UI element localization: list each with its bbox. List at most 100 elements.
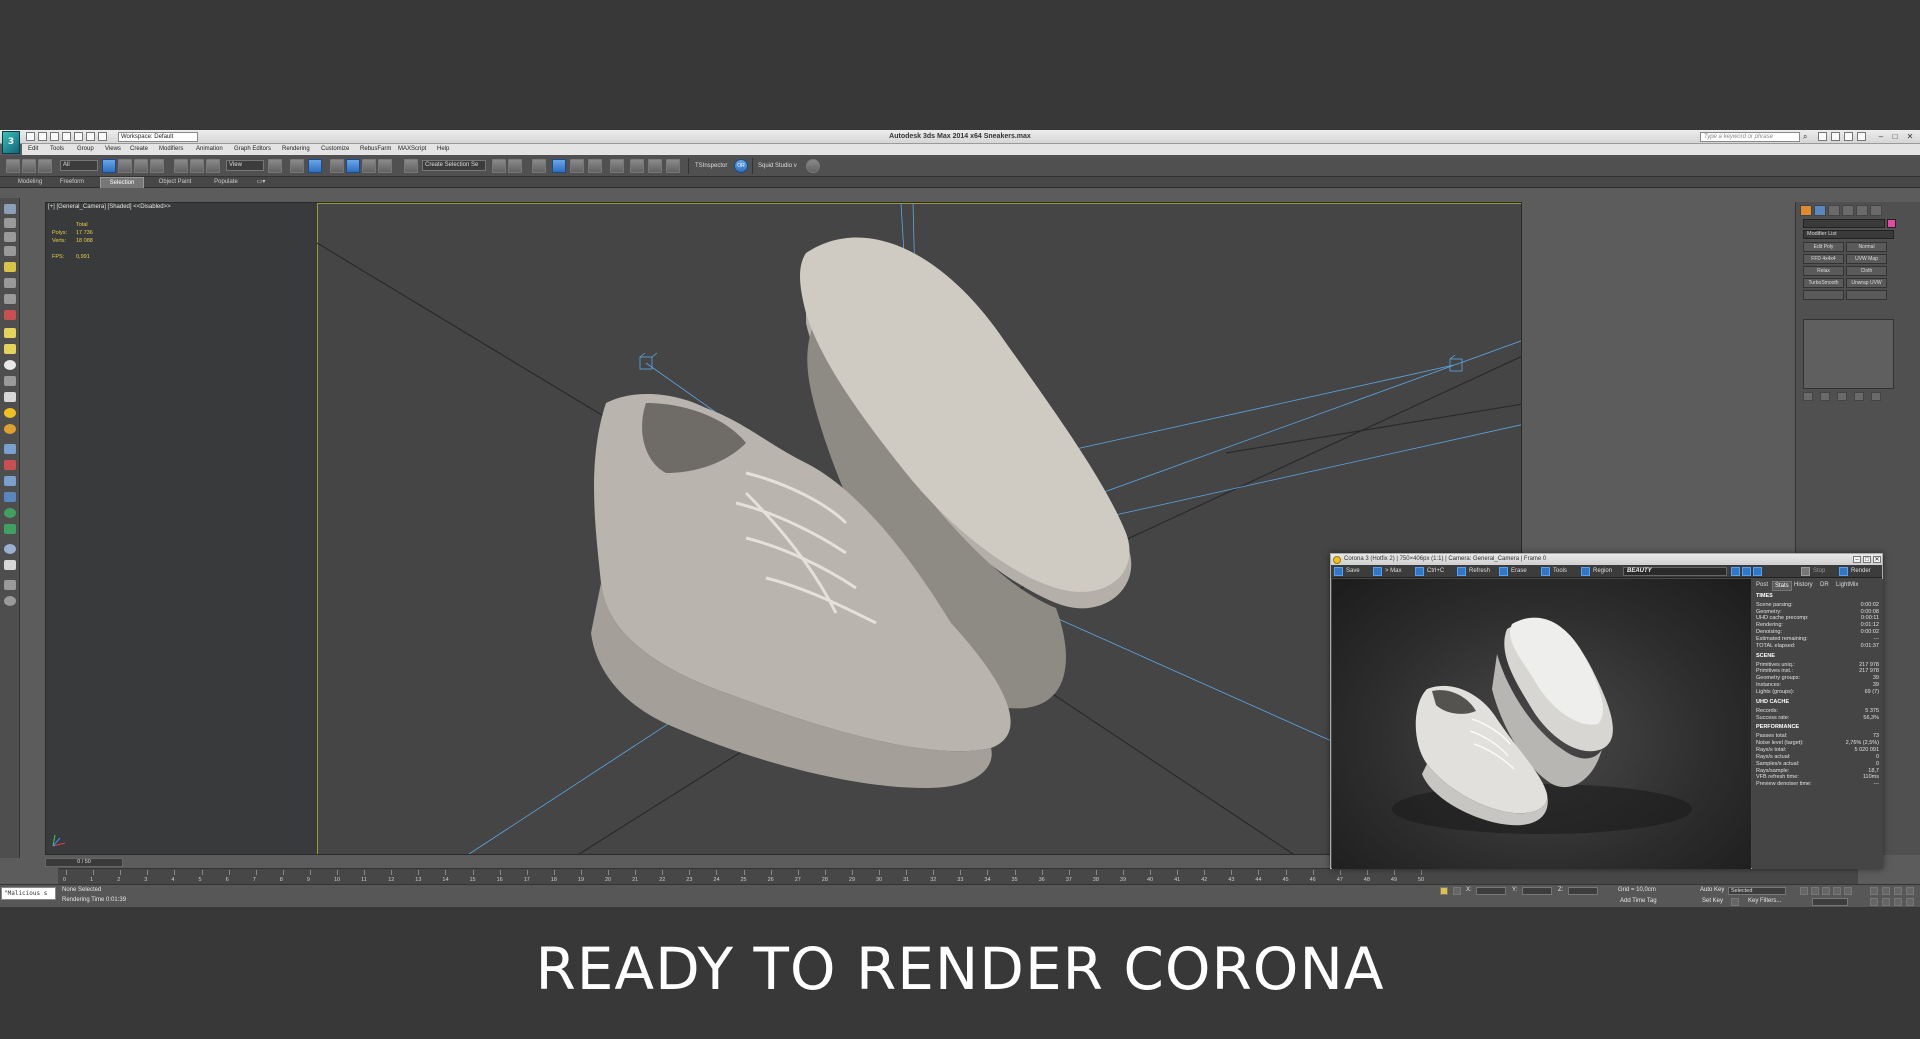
field-of-view-icon[interactable] (1870, 898, 1878, 906)
spinner-snap-icon[interactable] (378, 159, 392, 173)
particles-icon[interactable] (4, 460, 16, 470)
hierarchy-tab-icon[interactable] (1828, 205, 1840, 216)
menu-tools[interactable]: Tools (50, 145, 64, 154)
menu-modifiers[interactable]: Modifiers (159, 145, 183, 154)
pan-icon[interactable] (1882, 898, 1890, 906)
save-icon[interactable] (1334, 567, 1343, 576)
sun-icon[interactable] (4, 408, 16, 418)
modifier-unwrap-uvw-button[interactable]: Unwrap UVW (1846, 278, 1887, 288)
vfb-render-button[interactable]: Render (1851, 567, 1871, 576)
select-by-name-icon[interactable] (118, 159, 132, 173)
maximize-viewport-icon[interactable] (1906, 898, 1914, 906)
search-input[interactable]: Type a keyword or phrase (1700, 132, 1800, 142)
rendered-frame-window-icon[interactable] (648, 159, 662, 173)
modifier-uvw-map-button[interactable]: UVW Map (1846, 254, 1887, 264)
modifier-edit-poly-button[interactable]: Edit Poly (1803, 242, 1844, 252)
zoom-out-icon[interactable] (1742, 567, 1751, 576)
mirror-icon[interactable] (492, 159, 506, 173)
z-coordinate-field[interactable] (1568, 887, 1598, 895)
render-production-icon[interactable] (666, 159, 680, 173)
tab-selection[interactable]: Selection (100, 177, 144, 188)
minimize-button[interactable]: – (1874, 131, 1888, 142)
align-icon[interactable] (508, 159, 522, 173)
viewport-label[interactable]: [+] [General_Camera] [Shaded] <<Disabled… (48, 204, 171, 210)
tab-freeform[interactable]: Freeform (52, 177, 92, 188)
vfb-close-button[interactable]: ✕ (1873, 556, 1881, 563)
vfb-tab-lightmix[interactable]: LightMix (1836, 581, 1858, 589)
squid-logo-icon[interactable] (806, 159, 820, 173)
squid-studio-label[interactable]: Squid Studio v (758, 161, 797, 171)
modifier-stack[interactable] (1803, 319, 1894, 389)
vfb-copy-button[interactable]: Ctrl+C (1427, 567, 1444, 576)
configure-sets-icon[interactable] (1871, 392, 1881, 401)
auto-key-button[interactable]: Auto Key (1700, 887, 1724, 893)
display-tab-icon[interactable] (1856, 205, 1868, 216)
key-icon[interactable] (1731, 898, 1739, 906)
motion-tab-icon[interactable] (1842, 205, 1854, 216)
grid-icon[interactable] (4, 560, 16, 570)
scene-view[interactable] (46, 203, 1522, 855)
copy-icon[interactable] (1415, 567, 1424, 576)
render-setup-icon[interactable] (630, 159, 644, 173)
rotate-icon[interactable] (190, 159, 204, 173)
cone-icon[interactable] (4, 376, 16, 386)
vfb-tab-dr[interactable]: DR (1820, 581, 1829, 589)
modifier-empty-button[interactable] (1846, 290, 1887, 300)
modifier-normal-button[interactable]: Normal (1846, 242, 1887, 252)
render-icon[interactable] (4, 544, 16, 554)
scale-icon[interactable] (206, 159, 220, 173)
previous-frame-icon[interactable] (1811, 887, 1819, 895)
sky-icon[interactable] (4, 424, 16, 434)
modifier-cloth-button[interactable]: Cloth (1846, 266, 1887, 276)
table-icon[interactable] (4, 246, 16, 256)
snaps-toggle-icon[interactable] (330, 159, 344, 173)
zoom-icon[interactable] (1870, 887, 1878, 895)
open-scene-icon[interactable] (4, 204, 16, 214)
menu-graph-editors[interactable]: Graph Editors (234, 145, 271, 154)
tab-populate[interactable]: Populate (206, 177, 246, 188)
zoom-in-icon[interactable] (1731, 567, 1740, 576)
character-icon[interactable] (4, 492, 16, 502)
object-name-field[interactable] (1803, 219, 1885, 228)
helper-icon[interactable] (4, 294, 16, 304)
tab-object-paint[interactable]: Object Paint (150, 177, 200, 188)
angle-snap-icon[interactable] (346, 159, 360, 173)
menu-customize[interactable]: Customize (321, 145, 349, 154)
list-icon[interactable] (4, 232, 16, 242)
vfb-tab-history[interactable]: History (1794, 581, 1813, 589)
select-link-icon[interactable] (6, 159, 20, 173)
favorites-icon[interactable] (1844, 132, 1853, 141)
app-logo-icon[interactable]: 3 (2, 131, 20, 154)
vfb-refresh-button[interactable]: Refresh (1469, 567, 1490, 576)
ribbon-options-icon[interactable]: ▭▾ (254, 177, 268, 188)
vfb-stop-button[interactable]: Stop (1813, 567, 1825, 576)
save-scene-icon[interactable] (4, 218, 16, 228)
modifier-list-dropdown[interactable]: Modifier List (1803, 230, 1894, 239)
add-time-tag-button[interactable]: Add Time Tag (1620, 898, 1657, 904)
tools-icon[interactable] (1541, 567, 1550, 576)
material-editor-icon[interactable] (610, 159, 624, 173)
create-tab-icon[interactable] (1800, 205, 1812, 216)
keyboard-shortcut-override-icon[interactable] (308, 159, 322, 173)
layer-manager-icon[interactable] (532, 159, 546, 173)
stop-icon[interactable] (1801, 567, 1810, 576)
ts-inspector-label[interactable]: TSInspector (695, 161, 727, 171)
render-play-icon[interactable] (1839, 567, 1848, 576)
subscription-icon[interactable] (1818, 132, 1827, 141)
show-end-result-icon[interactable] (1820, 392, 1830, 401)
settings-icon[interactable] (4, 580, 16, 590)
region-icon[interactable] (1581, 567, 1590, 576)
percent-snap-icon[interactable] (362, 159, 376, 173)
communication-icon[interactable] (1831, 132, 1840, 141)
schematic-view-icon[interactable] (588, 159, 602, 173)
clock-icon[interactable] (4, 596, 16, 606)
zoom-fit-icon[interactable] (1753, 567, 1762, 576)
close-button[interactable]: ✕ (1903, 131, 1917, 142)
unlink-icon[interactable] (22, 159, 36, 173)
vfb-maximize-button[interactable]: □ (1863, 556, 1871, 563)
rectangular-region-icon[interactable] (134, 159, 148, 173)
modifier-ffd-button[interactable]: FFD 4x4x4 (1803, 254, 1844, 264)
camera-icon[interactable] (4, 278, 16, 288)
object-color-swatch[interactable] (1887, 219, 1896, 228)
erase-icon[interactable] (1499, 567, 1508, 576)
